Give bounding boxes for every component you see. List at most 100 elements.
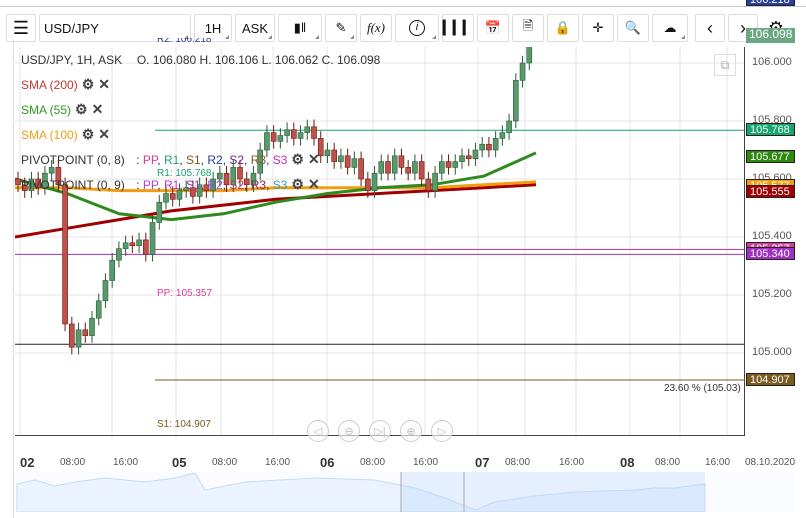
time-tick: 16:00	[705, 457, 731, 468]
navigator[interactable]	[15, 472, 795, 512]
lock-button[interactable]: 🔒	[547, 14, 579, 42]
calendar-icon: 📅	[484, 20, 502, 35]
popout-button[interactable]: ⧉	[714, 54, 736, 76]
price-label: 105.677	[746, 149, 795, 163]
popout-icon: ⧉	[720, 58, 730, 72]
price-tick: 105.200	[752, 288, 792, 300]
pivot-part: ,	[157, 152, 164, 167]
price-label: 105.340	[746, 247, 795, 261]
pivot-label: PIVOTPOINT (0, 9)	[21, 177, 125, 192]
crosshair-button[interactable]: ✛	[582, 14, 614, 42]
candle-body	[95, 300, 102, 319]
candle-body	[365, 178, 371, 191]
gear-icon[interactable]: ⚙	[75, 101, 88, 118]
bar-chart-icon: ▎▎▎	[443, 20, 473, 35]
indicators-button[interactable]: f(x)	[360, 14, 392, 42]
price-tick: 105.400	[752, 230, 792, 242]
candle-body	[398, 155, 405, 168]
zoom-in-button[interactable]: ⊕	[400, 420, 422, 442]
draw-tool-button[interactable]: ✎	[325, 14, 357, 42]
pivot-part: ,	[244, 152, 251, 167]
info-button[interactable]: i	[395, 14, 439, 42]
info-icon: i	[409, 20, 425, 36]
scroll-right-button[interactable]: ▷	[431, 420, 453, 442]
pivot-part: ,	[244, 177, 251, 192]
time-tick: 08:00	[360, 457, 386, 468]
time-tick: 08.10.2020	[745, 457, 796, 468]
candle-body	[351, 158, 358, 168]
gear-icon[interactable]: ⚙	[291, 176, 304, 193]
navigator-window[interactable]	[401, 472, 705, 512]
export-button[interactable]: ☁	[652, 14, 688, 42]
close-icon[interactable]: ✕	[98, 126, 110, 143]
pivot-part: S2	[229, 152, 245, 167]
news-button[interactable]: 🗎	[512, 14, 544, 42]
candle-body	[62, 184, 68, 325]
scroll-left-button[interactable]: ◁	[307, 420, 329, 442]
candle-body	[486, 143, 492, 151]
pivot-part: R2	[207, 177, 223, 192]
candle-body	[358, 158, 364, 180]
volume-button[interactable]: ▎▎▎	[442, 14, 474, 42]
pivot-part: PP	[142, 177, 158, 192]
pivot-part: S3	[272, 177, 288, 192]
gear-icon[interactable]: ⚙	[82, 126, 95, 143]
r2-label: R2: 106.218	[157, 38, 212, 45]
s1-label: S1: 104.907	[157, 419, 211, 430]
symbol-header: USD/JPY, 1H, ASK	[21, 53, 123, 67]
candle-body	[143, 239, 149, 255]
candle-body	[452, 161, 459, 168]
pivot-part: S3	[272, 152, 288, 167]
pivot-label: PIVOTPOINT (0, 8)	[21, 152, 125, 167]
candle-body	[15, 178, 21, 186]
menu-button[interactable]: ☰	[6, 14, 36, 42]
close-icon[interactable]: ✕	[308, 176, 320, 193]
candle-body	[519, 62, 526, 81]
pivot-part: R3	[250, 152, 267, 167]
price-type-selector[interactable]: ASK	[235, 14, 275, 42]
candle-body	[102, 280, 109, 302]
pivot-part: S1	[185, 152, 201, 167]
candle-body	[391, 155, 398, 174]
time-tick: 08:00	[505, 457, 531, 468]
close-icon[interactable]: ✕	[98, 76, 110, 93]
time-tick: 16:00	[413, 457, 439, 468]
triangle-left-icon: ◁	[313, 425, 323, 438]
hamburger-icon: ☰	[12, 17, 30, 38]
pivot-part: ,	[266, 177, 273, 192]
candle-body	[459, 155, 465, 162]
candle-body	[338, 155, 344, 162]
function-icon: f(x)	[366, 20, 386, 35]
candle-body	[48, 167, 55, 174]
gear-icon[interactable]: ⚙	[291, 151, 304, 168]
reset-button[interactable]: ▷|	[369, 420, 391, 442]
candlestick-icon: ▮‖	[293, 20, 307, 35]
chart-type-button[interactable]: ▮‖	[278, 14, 322, 42]
calendar-button[interactable]: 📅	[477, 14, 509, 42]
gear-icon[interactable]: ⚙	[82, 76, 95, 93]
candle-body	[432, 172, 438, 191]
candle-body	[385, 161, 391, 174]
close-icon[interactable]: ✕	[92, 101, 104, 118]
close-icon[interactable]: ✕	[308, 151, 320, 168]
indicator-legend: SMA (55) ⚙ ✕	[21, 101, 103, 118]
left-edge	[0, 40, 14, 518]
time-tick: 05	[172, 455, 187, 470]
candle-body	[378, 161, 385, 174]
price-tick: 106.000	[752, 56, 792, 68]
price-label: 104.907	[746, 372, 795, 386]
price-label: 105.555	[746, 185, 795, 199]
candle-body	[506, 120, 512, 133]
zoom-button[interactable]: 🔍	[617, 14, 649, 42]
pivot-part: R1	[163, 177, 180, 192]
time-tick: 16:00	[265, 457, 291, 468]
prev-button[interactable]: ‹	[695, 14, 725, 42]
time-tick: 08:00	[60, 457, 86, 468]
candle-body	[304, 126, 311, 133]
candle-body	[331, 149, 337, 162]
pivot-part: ,	[157, 177, 164, 192]
top-divider	[0, 6, 806, 7]
chart-area[interactable]	[15, 47, 745, 436]
zoom-out-button[interactable]: ⊖	[338, 420, 360, 442]
cloud-upload-icon: ☁	[663, 20, 677, 35]
